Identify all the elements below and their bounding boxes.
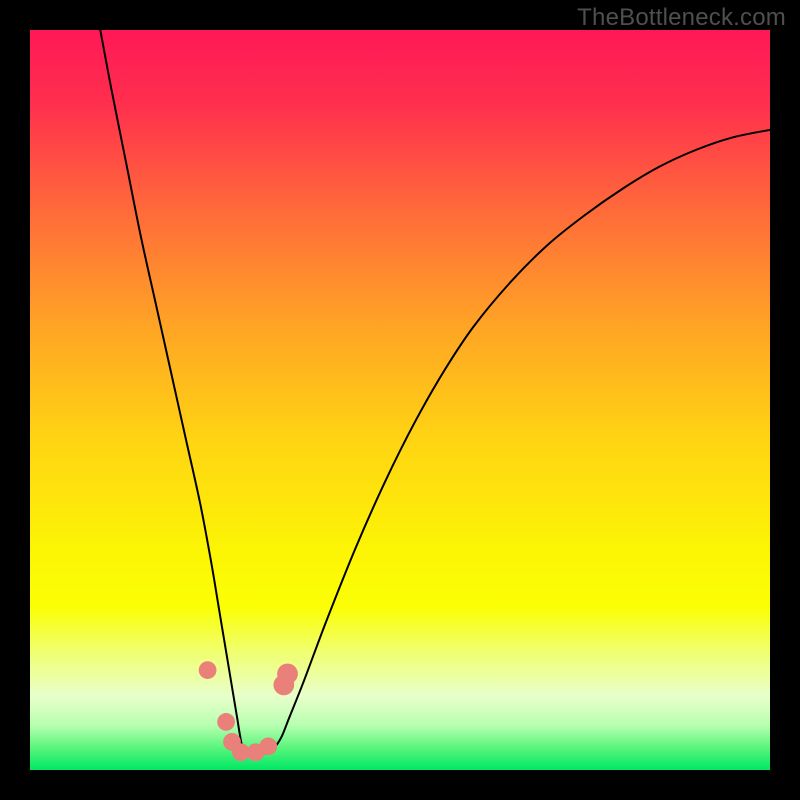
data-marker: [277, 663, 298, 684]
bottleneck-chart: [30, 30, 770, 770]
chart-frame: TheBottleneck.com: [0, 0, 800, 800]
watermark-text: TheBottleneck.com: [577, 4, 786, 32]
data-marker: [217, 713, 235, 731]
chart-background: [30, 30, 770, 770]
data-marker: [259, 737, 277, 755]
chart-plot-area: [30, 30, 770, 770]
data-marker: [199, 661, 217, 679]
